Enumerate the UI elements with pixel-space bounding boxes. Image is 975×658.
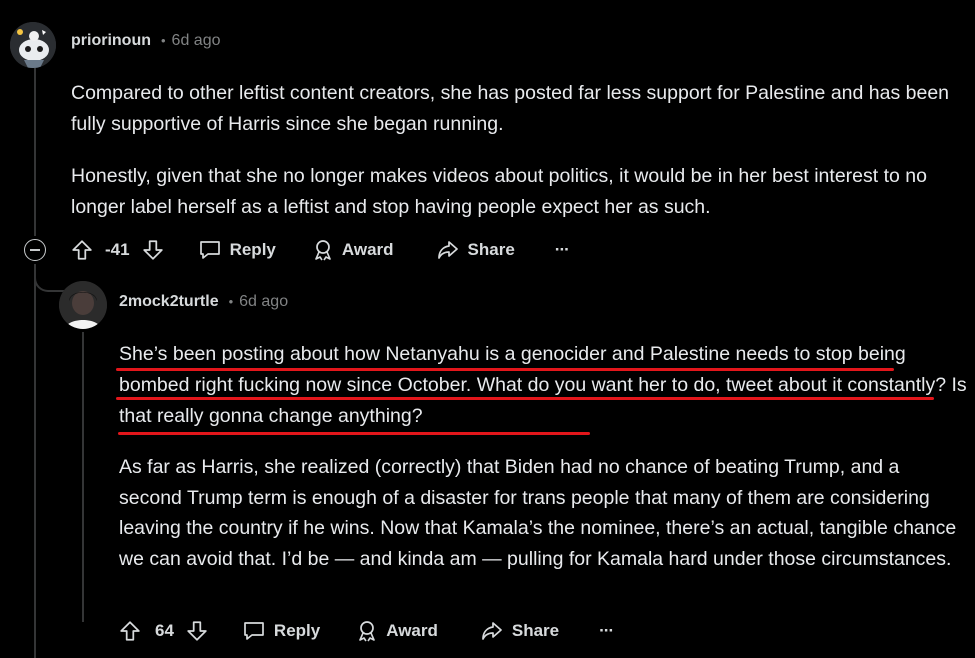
comment-paragraph: Honestly, given that she no longer makes…: [71, 165, 927, 218]
award-icon: [359, 621, 376, 642]
annotation-underline: [116, 368, 894, 371]
score: 64: [155, 621, 174, 640]
share-button[interactable]: Share: [436, 239, 515, 261]
annotation-underline: [118, 432, 590, 435]
separator: •: [228, 294, 234, 309]
collapse-icon[interactable]: [24, 239, 46, 261]
thread-branch: [34, 264, 64, 292]
award-icon: [315, 240, 331, 261]
downvote-icon: [142, 240, 163, 260]
upvote-icon: [72, 240, 92, 260]
downvote-icon: [187, 621, 207, 641]
reply-icon: [244, 622, 264, 640]
award-label: Award: [341, 240, 394, 259]
thread-line-root: [34, 66, 36, 236]
comment-paragraph: As far as Harris, she realized (correctl…: [119, 456, 957, 570]
share-icon: [437, 241, 458, 259]
thread-line-root-lower: [34, 264, 36, 658]
upvote-button[interactable]: [119, 620, 141, 642]
share-button[interactable]: Share: [480, 620, 559, 642]
more-icon[interactable]: ···: [555, 240, 570, 260]
separator: •: [160, 33, 166, 48]
award-label: Award: [386, 621, 438, 640]
snoo-avatar[interactable]: [10, 22, 56, 68]
share-icon: [482, 622, 502, 640]
timestamp[interactable]: 6d ago: [239, 293, 288, 311]
upvote-button[interactable]: [71, 239, 93, 261]
more-icon[interactable]: ···: [599, 621, 614, 641]
comment-paragraph: Compared to other leftist content creato…: [71, 82, 950, 135]
share-label: Share: [467, 240, 515, 259]
thread-line-reply: [82, 332, 84, 622]
user-avatar[interactable]: [59, 281, 107, 329]
username[interactable]: priorinoun: [71, 32, 151, 50]
reply-icon: [199, 241, 220, 259]
upvote-icon: [120, 621, 140, 641]
downvote-button[interactable]: [186, 620, 208, 642]
reply-button[interactable]: Reply: [242, 620, 320, 642]
reply-label: Reply: [273, 621, 321, 640]
timestamp[interactable]: 6d ago: [172, 32, 221, 50]
award-button[interactable]: Award: [311, 238, 394, 262]
annotation-underline: [116, 397, 934, 400]
username[interactable]: 2mock2turtle: [119, 293, 219, 311]
comment-paragraph: She’s been posting about how Netanyahu i…: [119, 343, 967, 427]
reply-button[interactable]: Reply: [198, 239, 276, 261]
score: -41: [105, 240, 130, 259]
award-button[interactable]: Award: [355, 619, 438, 643]
downvote-button[interactable]: [142, 239, 164, 261]
share-label: Share: [511, 621, 560, 640]
reply-label: Reply: [229, 240, 276, 259]
